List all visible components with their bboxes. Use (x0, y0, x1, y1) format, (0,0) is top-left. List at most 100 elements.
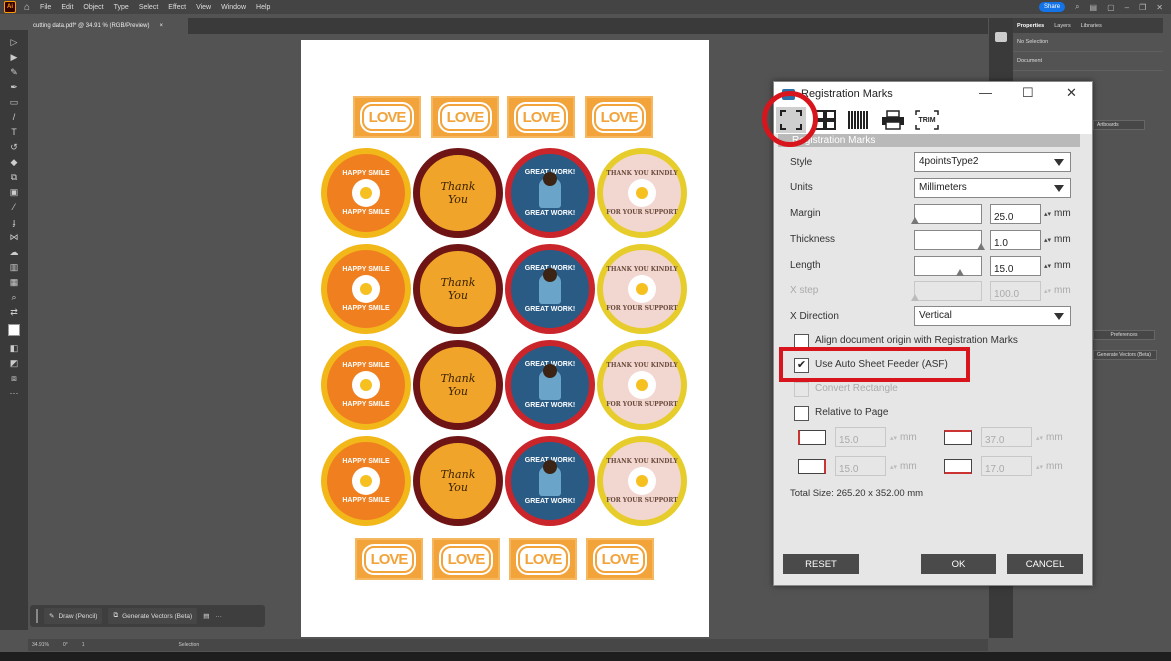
menu-help[interactable]: Help (256, 4, 270, 11)
happy-smile-sticker[interactable]: HAPPY SMILE HAPPY SMILE (321, 148, 411, 238)
thank-you-kindly-sticker[interactable]: THANK YOU KINDLY FOR YOUR SUPPORT (597, 340, 687, 430)
direct-selection-tool-icon[interactable]: ▶ (7, 51, 21, 63)
relative-to-page-checkbox[interactable] (794, 406, 809, 421)
menu-window[interactable]: Window (221, 4, 246, 11)
tab-libraries[interactable]: Libraries (1081, 23, 1102, 29)
thank-you-sticker[interactable]: Thank You (413, 340, 503, 430)
love-sticker[interactable]: LOVE (509, 538, 577, 580)
more-options-icon[interactable]: ··· (215, 613, 222, 620)
great-work-sticker[interactable]: GREAT WORK! GREAT WORK! (505, 436, 595, 526)
menu-file[interactable]: File (40, 4, 51, 11)
length-slider[interactable] (914, 256, 982, 276)
close-tab-icon[interactable]: × (159, 23, 163, 29)
margin-slider[interactable] (911, 204, 982, 224)
love-sticker[interactable]: LOVE (353, 96, 421, 138)
preferences-button[interactable]: Preferences (1093, 330, 1155, 340)
eyedropper-tool-icon[interactable]: ɟ (7, 216, 21, 228)
menu-view[interactable]: View (196, 4, 211, 11)
tab-layers[interactable]: Layers (1054, 23, 1071, 29)
artboard[interactable]: LOVE LOVE LOVE LOVE HAPPY SMILE HAPPY SMI… (301, 40, 709, 637)
panel-generate-button[interactable]: Generate Vectors (Beta) (1093, 350, 1157, 360)
symbol-sprayer-icon[interactable]: ☁ (7, 246, 21, 258)
cancel-button[interactable]: CANCEL (1007, 554, 1083, 574)
happy-smile-sticker[interactable]: HAPPY SMILE HAPPY SMILE (321, 436, 411, 526)
eraser-tool-icon[interactable]: ◆ (7, 156, 21, 168)
reset-button[interactable]: RESET (783, 554, 859, 574)
great-work-sticker[interactable]: GREAT WORK! GREAT WORK! (505, 148, 595, 238)
share-button[interactable]: Share (1039, 2, 1066, 12)
love-sticker[interactable]: LOVE (507, 96, 575, 138)
brush-tool-icon[interactable]: / (7, 111, 21, 123)
swap-colors-icon[interactable]: ⇄ (7, 306, 21, 318)
menu-effect[interactable]: Effect (168, 4, 186, 11)
print-icon[interactable] (878, 107, 908, 133)
love-sticker[interactable]: LOVE (585, 96, 653, 138)
maximize-icon[interactable]: ☐ (1022, 85, 1034, 101)
xdirection-select[interactable]: Vertical (914, 306, 1071, 326)
thank-you-kindly-sticker[interactable]: THANK YOU KINDLY FOR YOUR SUPPORT (597, 436, 687, 526)
free-transform-icon[interactable]: ⧉ (7, 171, 21, 183)
artboard-tool-icon[interactable]: ▦ (7, 276, 21, 288)
love-sticker[interactable]: LOVE (432, 538, 500, 580)
draw-mode-icon[interactable]: ◩ (7, 357, 21, 369)
screen-mode-icon[interactable]: ⧈ (7, 372, 21, 384)
minimize-icon[interactable]: — (979, 85, 992, 100)
thank-you-sticker[interactable]: Thank You (413, 148, 503, 238)
blend-tool-icon[interactable]: ⋈ (7, 231, 21, 243)
style-select[interactable]: 4pointsType2 (914, 152, 1071, 172)
close-icon[interactable]: ✕ (1156, 3, 1163, 12)
rectangle-tool-icon[interactable]: ▭ (7, 96, 21, 108)
home-icon[interactable]: ⌂ (24, 2, 30, 13)
thickness-slider[interactable] (914, 230, 985, 250)
selection-tool-icon[interactable]: ▷ (7, 36, 21, 48)
mesh-tool-icon[interactable]: ⁄ (7, 201, 21, 213)
restore-icon[interactable]: ❐ (1139, 3, 1146, 12)
happy-smile-sticker[interactable]: HAPPY SMILE HAPPY SMILE (321, 340, 411, 430)
spinner-icon[interactable]: ▴▾ (1044, 237, 1051, 244)
artboard-number[interactable]: 1 (82, 642, 85, 648)
slider-thumb[interactable] (956, 269, 964, 276)
thickness-input[interactable]: 1.0 (990, 230, 1041, 250)
zoom-tool-icon[interactable]: ⌕ (7, 291, 21, 303)
drag-handle[interactable] (36, 609, 38, 623)
generate-vectors-button[interactable]: ⧉ Generate Vectors (Beta) (108, 608, 198, 624)
type-tool-icon[interactable]: T (7, 126, 21, 138)
fill-stroke-icon[interactable] (7, 321, 21, 339)
magic-wand-icon[interactable]: ✎ (7, 66, 21, 78)
rotate-tool-icon[interactable]: ↺ (7, 141, 21, 153)
tab-properties[interactable]: Properties (1017, 23, 1044, 29)
slider-thumb[interactable] (911, 217, 919, 224)
love-sticker[interactable]: LOVE (431, 96, 499, 138)
barcode-icon[interactable] (844, 107, 874, 133)
happy-smile-sticker[interactable]: HAPPY SMILE HAPPY SMILE (321, 244, 411, 334)
zoom-level[interactable]: 34.91% (32, 642, 49, 648)
menu-edit[interactable]: Edit (61, 4, 73, 11)
rotation-value[interactable]: 0° (63, 642, 68, 648)
menu-object[interactable]: Object (83, 4, 103, 11)
great-work-sticker[interactable]: GREAT WORK! GREAT WORK! (505, 244, 595, 334)
color-mode-icon[interactable]: ◧ (7, 342, 21, 354)
spinner-icon[interactable]: ▴▾ (1044, 211, 1051, 218)
spinner-icon[interactable]: ▴▾ (1044, 263, 1051, 270)
great-work-sticker[interactable]: GREAT WORK! GREAT WORK! (505, 340, 595, 430)
love-sticker[interactable]: LOVE (586, 538, 654, 580)
workspace-icon[interactable]: ▤ (1090, 3, 1098, 12)
love-sticker[interactable]: LOVE (355, 538, 423, 580)
gradient-tool-icon[interactable]: ▣ (7, 186, 21, 198)
minimize-icon[interactable]: – (1125, 3, 1129, 12)
menu-select[interactable]: Select (139, 4, 158, 11)
menu-type[interactable]: Type (114, 4, 129, 11)
ok-button[interactable]: OK (921, 554, 996, 574)
thank-you-kindly-sticker[interactable]: THANK YOU KINDLY FOR YOUR SUPPORT (597, 244, 687, 334)
slider-thumb[interactable] (977, 243, 985, 250)
units-select[interactable]: Millimeters (914, 178, 1071, 198)
image-settings-icon[interactable]: ▤ (203, 612, 209, 620)
thank-you-sticker[interactable]: Thank You (413, 244, 503, 334)
thank-you-kindly-sticker[interactable]: THANK YOU KINDLY FOR YOUR SUPPORT (597, 148, 687, 238)
length-input[interactable]: 15.0 (990, 256, 1041, 276)
arrange-icon[interactable]: ▢ (1107, 3, 1115, 12)
search-icon[interactable]: ⌕ (1075, 2, 1079, 12)
margin-input[interactable]: 25.0 (990, 204, 1041, 224)
draw-pencil-button[interactable]: ✎ Draw (Pencil) (44, 608, 103, 624)
more-tools-icon[interactable]: ··· (7, 387, 21, 399)
